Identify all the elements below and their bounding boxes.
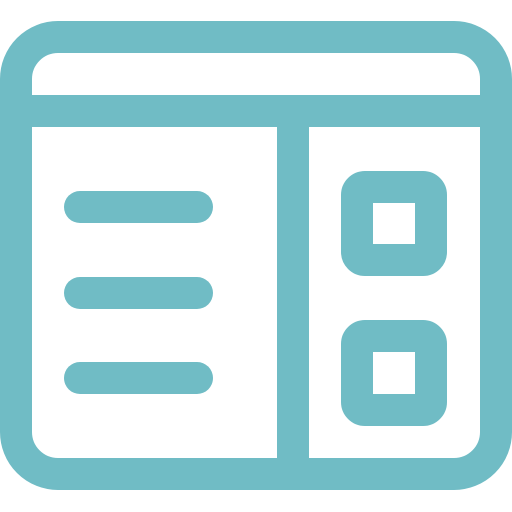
icon-canvas bbox=[0, 0, 512, 512]
widget-panel bbox=[341, 171, 447, 426]
widget-square bbox=[341, 320, 447, 426]
text-list-panel bbox=[64, 191, 213, 394]
browser-window-layout-icon bbox=[0, 21, 512, 490]
widget-square bbox=[341, 171, 447, 276]
